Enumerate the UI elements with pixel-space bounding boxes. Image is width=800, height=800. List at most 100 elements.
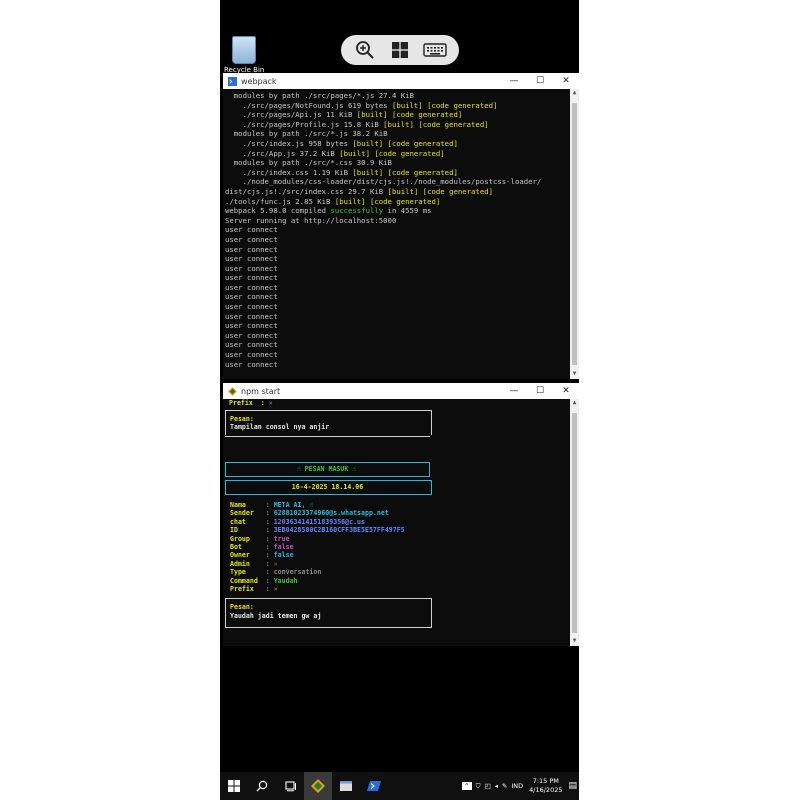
console-text: ./tools/func.js 2.85 KiB xyxy=(225,196,335,206)
close-button[interactable]: ✕ xyxy=(553,76,579,86)
console-text: modules by path ./src/*.js 38.2 KiB xyxy=(225,129,388,139)
scroll-down-icon[interactable]: ▼ xyxy=(570,637,579,646)
search-button[interactable] xyxy=(248,772,276,800)
field-key: chat xyxy=(230,517,262,526)
language-indicator[interactable]: IND xyxy=(511,782,523,790)
keyboard-button[interactable] xyxy=(422,39,448,61)
prev-prefix-line: Prefix : ✕ xyxy=(229,399,273,407)
prev-pesan-text: Tampilan consol nya anjir xyxy=(230,423,330,431)
scroll-down-icon[interactable]: ▼ xyxy=(570,370,579,379)
npm-titlebar[interactable]: npm start — ☐ ✕ xyxy=(223,383,579,399)
field-value: ✕ xyxy=(273,585,278,594)
console-line: user connect xyxy=(225,312,579,322)
scroll-thumb[interactable] xyxy=(572,103,577,365)
console-line: user connect xyxy=(225,340,579,350)
console-line: user connect xyxy=(225,225,579,235)
close-button[interactable]: ✕ xyxy=(553,386,579,396)
npm-app-icon xyxy=(228,386,237,396)
taskbar-app-powershell[interactable] xyxy=(360,772,388,800)
console-line: user connect xyxy=(225,245,579,255)
field-key: Owner xyxy=(230,551,262,560)
start-button[interactable] xyxy=(220,772,248,800)
console-text: ./src/pages/Api.js 11 KiB xyxy=(225,110,357,120)
npm-start-window[interactable]: npm start — ☐ ✕ Prefix : ✕ Pesan: Tampil… xyxy=(223,383,579,646)
console-line: dist/cjs.js!./src/index.css 29.7 KiB [bu… xyxy=(225,187,579,197)
console-line: user connect xyxy=(225,350,579,360)
taskbar: ⌃ ⛉ ◰ ◂ ✎ IND 7:15 PM 4/16/2025 ▤ xyxy=(220,772,579,800)
field-key: Type xyxy=(230,568,262,577)
field-row: Type : conversation xyxy=(230,568,405,576)
field-row: Nama : META AI, ☝ xyxy=(230,501,405,509)
field-value: conversation xyxy=(273,568,322,577)
windows-button[interactable] xyxy=(387,39,413,61)
field-row: Group : true xyxy=(230,535,405,543)
console-text: dist/cjs.js!./src/index.css 29.7 KiB xyxy=(225,186,388,196)
console-text: [built] xyxy=(383,119,414,129)
windows-logo-icon xyxy=(391,42,408,58)
search-icon xyxy=(256,780,268,792)
webpack-console-output: modules by path ./src/pages/*.js 27.4 Ki… xyxy=(223,89,579,369)
console-line: user connect xyxy=(225,331,579,341)
scroll-up-icon[interactable]: ▲ xyxy=(570,89,579,98)
shield-icon[interactable]: ⛉ xyxy=(476,782,481,791)
console-text: ./src/App.js 37.2 KiB xyxy=(225,148,340,158)
webpack-scrollbar[interactable]: ▲ ▼ xyxy=(570,89,579,379)
console-text: user connect xyxy=(225,263,278,273)
field-separator: : xyxy=(261,568,274,577)
console-text: user connect xyxy=(225,321,278,331)
recycle-bin-icon xyxy=(232,36,256,64)
console-line: user connect xyxy=(225,235,579,245)
pesan-label: Pesan: xyxy=(230,603,254,611)
console-text: ./src/pages/Profile.js 15.8 KiB xyxy=(225,119,384,129)
field-key: Bot xyxy=(230,543,262,552)
console-text: user connect xyxy=(225,244,278,254)
npm-scrollbar[interactable]: ▲ ▼ xyxy=(570,399,579,646)
desktop: Recycle Bin webpack — ☐ ✕ modules by pat… xyxy=(220,0,579,800)
clock[interactable]: 7:15 PM 4/16/2025 xyxy=(529,777,562,795)
notification-icon[interactable]: ▤ xyxy=(568,781,577,791)
field-value: Yaudah xyxy=(273,576,298,585)
field-key: Admin xyxy=(230,559,262,568)
window-title: webpack xyxy=(241,76,277,86)
zoom-button[interactable] xyxy=(352,39,378,61)
recycle-bin[interactable]: Recycle Bin xyxy=(224,36,264,74)
taskbar-app-explorer[interactable] xyxy=(332,772,360,800)
field-row: Prefix : ✕ xyxy=(230,585,405,593)
field-row: Owner : false xyxy=(230,551,405,559)
zoom-in-icon xyxy=(355,41,374,59)
console-text: [built] xyxy=(339,148,370,158)
console-text: in 4559 ms xyxy=(383,206,432,216)
scroll-up-icon[interactable]: ▲ xyxy=(570,399,579,408)
taskbar-app-npm[interactable] xyxy=(304,772,332,800)
minimize-button[interactable]: — xyxy=(501,76,527,86)
webpack-titlebar[interactable]: webpack — ☐ ✕ xyxy=(223,73,579,89)
console-text: ./node_modules/css-loader/dist/cjs.js!./… xyxy=(225,177,542,187)
field-separator: : xyxy=(261,509,274,518)
console-text: modules by path ./src/pages/*.js 27.4 Ki… xyxy=(225,91,414,100)
task-view-button[interactable] xyxy=(276,772,304,800)
console-line: ./src/pages/NotFound.js 619 bytes [built… xyxy=(225,101,579,111)
console-text: [code generated] xyxy=(422,100,498,110)
minimize-button[interactable]: — xyxy=(501,386,527,396)
scroll-thumb[interactable] xyxy=(572,413,577,633)
field-value: 3EB0428580C2B160CFF3BE5E57FF497F5 xyxy=(273,526,405,535)
webpack-window[interactable]: webpack — ☐ ✕ modules by path ./src/page… xyxy=(223,73,579,379)
pesan-text: Yaudah jadi temen gw aj xyxy=(230,612,322,620)
chevron-up-icon[interactable]: ⌃ xyxy=(462,782,472,790)
console-text: successfully xyxy=(330,206,384,216)
maximize-button[interactable]: ☐ xyxy=(527,76,553,86)
console-text: Server running at http://localhost:5000 xyxy=(225,215,397,225)
field-value: true xyxy=(273,534,290,543)
console-text: [code generated] xyxy=(418,186,493,196)
volume-icon[interactable]: ◂ xyxy=(495,782,498,790)
console-text: user connect xyxy=(225,330,278,340)
field-separator: : xyxy=(261,517,274,526)
field-separator: : xyxy=(261,576,274,585)
window-title: npm start xyxy=(241,386,281,396)
network-icon[interactable]: ◰ xyxy=(484,782,490,790)
console-line: modules by path ./src/pages/*.js 27.4 Ki… xyxy=(225,91,579,101)
maximize-button[interactable]: ☐ xyxy=(527,386,553,396)
pen-icon[interactable]: ✎ xyxy=(502,782,507,790)
console-line: modules by path ./src/*.js 38.2 KiB xyxy=(225,129,579,139)
npm-console-output: Prefix : ✕ Pesan: Tampilan consol nya an… xyxy=(223,399,579,646)
